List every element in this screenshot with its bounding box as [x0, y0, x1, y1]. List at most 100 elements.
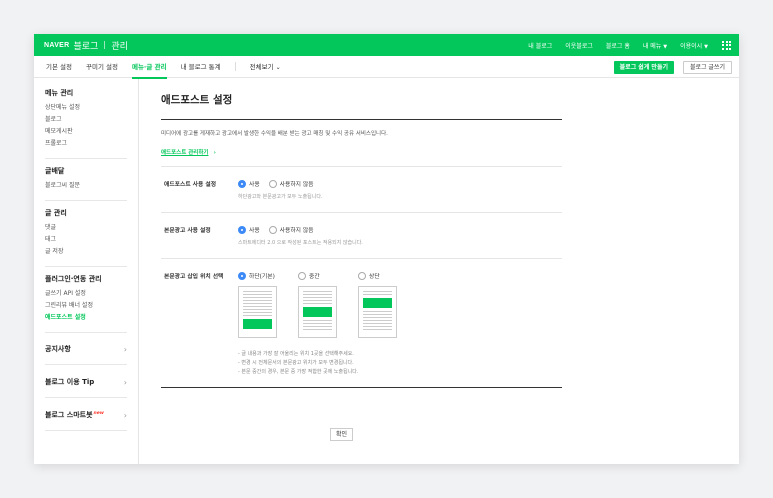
sidebar-section-title: 글배달 — [45, 167, 65, 175]
tab-menu-post-management[interactable]: 메뉴·글 관리 — [131, 56, 167, 79]
sidebar-section-title: 글 관리 — [45, 209, 67, 217]
nav-blog-home[interactable]: 블로그 홈 — [606, 41, 630, 50]
write-post-button[interactable]: 블로그 글쓰기 — [682, 61, 732, 74]
radio-unchecked-icon — [268, 179, 277, 188]
radio-unchecked-icon — [268, 225, 277, 234]
top-nav: 내 블로그 이웃블로그 블로그 홈 내 메뉴 ▼ 이용이시 ▼ — [528, 41, 708, 50]
note-line: - 변경 시 전체문서의 본문광고 위치가 모두 변경됩니다. — [238, 360, 354, 366]
sidebar-item-blog[interactable]: 블로그 — [45, 114, 127, 126]
adpost-settings-panel: 애드포스트 설정 미디어에 광고를 게재하고 광고에서 발생한 수익을 배분 받… — [161, 78, 562, 388]
sidebar: 메뉴 관리 상단메뉴 설정 블로그 메모게시판 프롤로그 글배달 블로그씨 질문… — [34, 78, 139, 464]
nav-my-menu[interactable]: 내 메뉴 ▼ — [643, 41, 667, 50]
position-option-bottom[interactable]: 하단(기본) — [238, 271, 298, 338]
radio-checked-icon — [238, 271, 246, 280]
radio-use[interactable]: 사용 — [238, 225, 260, 234]
tab-decoration-settings[interactable]: 꾸미기 설정 — [86, 56, 118, 78]
caret-down-icon: ▼ — [704, 43, 708, 50]
apps-grid-icon[interactable] — [722, 40, 731, 50]
description-block: 미디어에 광고를 게재하고 광고에서 발생한 수익을 배분 받는 광고 매칭 및… — [161, 130, 562, 167]
layout-preview-middle[interactable] — [298, 286, 337, 338]
nav-my-menu-label: 내 메뉴 — [642, 42, 662, 50]
sidebar-item-blog-tips[interactable]: 블로그 이용 Tip › — [45, 373, 127, 398]
layout-preview-bottom[interactable] — [238, 286, 277, 338]
ad-position-row: 본문광고 삽입 위치 선택 하단(기본) 중간 상단 - 글 내용과 가장 잘 … — [161, 259, 562, 388]
tab-blog-statistics[interactable]: 내 블로그 통계 — [181, 56, 221, 78]
sidebar-item-label: 블로그 스마트봇new — [45, 410, 104, 420]
sidebar-item-top-menu[interactable]: 상단메뉴 설정 — [45, 102, 127, 114]
adpost-manage-link[interactable]: 애드포스트 관리하기 — [161, 150, 208, 156]
sidebar-item-blogc-question[interactable]: 블로그씨 질문 — [45, 180, 127, 192]
help-text: 스마트에디터 2.0 으로 작성된 포스트는 적용되지 않습니다. — [238, 240, 363, 246]
radio-bottom[interactable]: 하단(기본) — [238, 271, 298, 280]
app-window: NAVER 블로그 관리 내 블로그 이웃블로그 블로그 홈 내 메뉴 ▼ 이용… — [34, 34, 739, 464]
layout-preview-top[interactable] — [358, 286, 397, 338]
position-option-middle[interactable]: 중간 — [298, 271, 358, 338]
radio-unchecked-icon — [358, 271, 366, 280]
adpost-use-setting-row: 애드포스트 사용 설정 사용 사용하지 않음 하단광고와 본문광고가 모두 노출… — [161, 167, 562, 213]
sidebar-item-memo-board[interactable]: 메모게시판 — [45, 126, 127, 138]
radio-label: 하단(기본) — [249, 274, 275, 280]
radio-label: 사용 — [249, 228, 260, 234]
body-ad-use-setting-row: 본문광고 사용 설정 사용 사용하지 않음 스마트에디터 2.0 으로 작성된 … — [161, 213, 562, 259]
confirm-button[interactable]: 확인 — [330, 428, 354, 441]
link-arrow-icon: › — [213, 150, 216, 156]
sidebar-item-notice[interactable]: 공지사항 › — [45, 340, 127, 365]
nav-user-label: 이용이시 — [680, 42, 703, 50]
position-option-top[interactable]: 상단 — [358, 271, 418, 338]
help-text: 하단광고와 본문광고가 모두 노출됩니다. — [238, 194, 323, 200]
radio-middle[interactable]: 중간 — [298, 271, 358, 280]
page-body: 메뉴 관리 상단메뉴 설정 블로그 메모게시판 프롤로그 글배달 블로그씨 질문… — [34, 78, 739, 464]
row-body: 사용 사용하지 않음 하단광고와 본문광고가 모두 노출됩니다. — [238, 179, 562, 212]
radio-label: 사용하지 않음 — [279, 228, 314, 234]
easy-blog-button[interactable]: 블로그 쉽게 만들기 — [613, 61, 674, 74]
nav-user-menu[interactable]: 이용이시 ▼ — [680, 41, 708, 50]
sidebar-item-tags[interactable]: 태그 — [45, 234, 127, 246]
chevron-right-icon: › — [123, 377, 127, 387]
radio-group: 사용 사용하지 않음 — [238, 179, 562, 188]
row-body: 하단(기본) 중간 상단 - 글 내용과 가장 잘 어울리는 위치 1곳을 선택… — [238, 271, 562, 387]
radio-not-use[interactable]: 사용하지 않음 — [268, 179, 314, 188]
sidebar-item-label: 블로그 이용 Tip — [45, 378, 95, 386]
blog-logo-label[interactable]: 블로그 — [73, 39, 98, 52]
sidebar-item-writing-api[interactable]: 글쓰기 API 설정 — [45, 288, 127, 300]
tab-divider — [234, 62, 236, 71]
sidebar-section-delivery: 글배달 블로그씨 질문 — [45, 166, 127, 201]
view-all-label: 전체보기 — [249, 62, 274, 71]
chevron-right-icon: › — [123, 344, 127, 354]
sidebar-item-adpost-settings[interactable]: 애드포스트 설정 — [45, 312, 127, 324]
sidebar-section-plugins: 플러그인·연동 관리 글쓰기 API 설정 그린리뷰 배너 설정 애드포스트 설… — [45, 274, 127, 333]
main-content: 애드포스트 설정 미디어에 광고를 게재하고 광고에서 발생한 수익을 배분 받… — [139, 78, 739, 464]
sidebar-section-menu: 메뉴 관리 상단메뉴 설정 블로그 메모게시판 프롤로그 — [45, 88, 127, 159]
tab-basic-settings[interactable]: 기본 설정 — [46, 56, 72, 78]
sidebar-section-title: 플러그인·연동 관리 — [45, 275, 102, 283]
position-notes: - 글 내용과 가장 잘 어울리는 위치 1곳을 선택해주세요. - 변경 시 … — [238, 350, 562, 387]
radio-not-use[interactable]: 사용하지 않음 — [268, 225, 314, 234]
note-line: - 글 내용과 가장 잘 어울리는 위치 1곳을 선택해주세요. — [238, 351, 354, 357]
radio-top[interactable]: 상단 — [358, 271, 418, 280]
radio-use[interactable]: 사용 — [238, 179, 260, 188]
top-bar: NAVER 블로그 관리 내 블로그 이웃블로그 블로그 홈 내 메뉴 ▼ 이용… — [34, 34, 739, 56]
sidebar-item-prologue[interactable]: 프롤로그 — [45, 138, 127, 150]
radio-label: 중간 — [309, 274, 320, 280]
naver-logo[interactable]: NAVER — [44, 42, 69, 49]
topbar-divider — [104, 41, 106, 49]
nav-neighbor-blog[interactable]: 이웃블로그 — [565, 41, 593, 50]
radio-label: 사용하지 않음 — [279, 182, 314, 188]
note-line: - 본문 중간의 경우, 본문 중 가장 적합한 곳에 노출됩니다. — [238, 369, 359, 375]
sidebar-item-smartbot[interactable]: 블로그 스마트봇new › — [45, 406, 127, 431]
radio-unchecked-icon — [298, 271, 306, 280]
sidebar-item-comments[interactable]: 댓글 — [45, 222, 127, 234]
adpost-manage-link-row: 애드포스트 관리하기 › — [161, 139, 562, 158]
nav-my-blog[interactable]: 내 블로그 — [528, 41, 552, 50]
smartbot-label: 블로그 스마트봇 — [45, 411, 93, 419]
sidebar-section-title: 메뉴 관리 — [45, 89, 74, 97]
view-all-dropdown[interactable]: 전체보기 ⌄ — [250, 56, 281, 78]
page-description: 미디어에 광고를 게재하고 광고에서 발생한 수익을 배분 받는 광고 매칭 및… — [161, 131, 388, 137]
manage-title[interactable]: 관리 — [111, 39, 128, 52]
sidebar-item-post-save[interactable]: 글 저장 — [45, 246, 127, 258]
row-label: 본문광고 사용 설정 — [164, 228, 211, 234]
new-badge: new — [93, 410, 104, 416]
page-title: 애드포스트 설정 — [161, 92, 562, 120]
sidebar-item-green-review-banner[interactable]: 그린리뷰 배너 설정 — [45, 300, 127, 312]
chevron-down-icon: ⌄ — [275, 63, 281, 71]
